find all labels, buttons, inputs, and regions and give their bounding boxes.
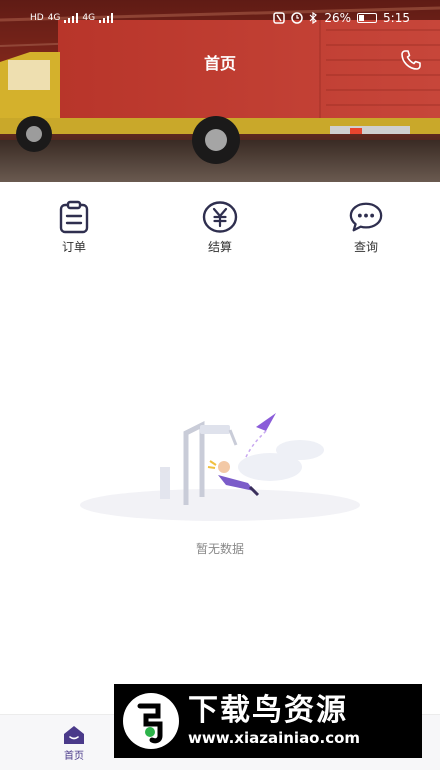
action-orders[interactable]: 订单 bbox=[38, 200, 110, 260]
battery-percent: 26% bbox=[324, 11, 352, 25]
clipboard-icon bbox=[56, 200, 92, 234]
watermark-url: www.xiazainiao.com bbox=[188, 729, 361, 747]
chat-icon bbox=[348, 200, 384, 234]
network-label: 4G bbox=[47, 12, 61, 23]
battery-fill bbox=[359, 15, 364, 21]
nav-home[interactable]: 首页 bbox=[52, 725, 96, 762]
watermark-banner: 下载鸟资源 www.xiazainiao.com bbox=[114, 684, 422, 758]
signal-icon bbox=[64, 13, 79, 23]
bird-logo-icon bbox=[123, 693, 179, 749]
phone-icon bbox=[401, 50, 421, 70]
empty-state-text: 暂无数据 bbox=[195, 542, 244, 556]
network-indicators: HD 4G 4G bbox=[30, 12, 114, 23]
signal-icon-2 bbox=[99, 13, 114, 23]
watermark-text: 下载鸟资源 www.xiazainiao.com bbox=[188, 694, 360, 748]
bluetooth-icon bbox=[309, 12, 318, 24]
home-icon bbox=[64, 726, 84, 744]
action-settlement[interactable]: 结算 bbox=[184, 200, 256, 260]
battery-icon bbox=[357, 13, 378, 23]
page-title: 首页 bbox=[203, 54, 236, 73]
yen-icon bbox=[202, 200, 238, 234]
watermark-brand: 下载鸟资源 bbox=[188, 693, 348, 728]
quick-actions: 订单 结算 查询 bbox=[0, 200, 440, 260]
action-query[interactable]: 查询 bbox=[330, 200, 402, 260]
action-orders-label: 订单 bbox=[61, 240, 86, 254]
action-query-label: 查询 bbox=[353, 240, 378, 254]
nfc-icon bbox=[273, 12, 286, 24]
phone-button[interactable] bbox=[398, 47, 424, 73]
status-bar: HD 4G 4G 26% 5:15 bbox=[0, 0, 440, 36]
status-icons: 26% 5:15 bbox=[273, 11, 410, 25]
alarm-icon bbox=[291, 12, 304, 24]
action-settlement-label: 结算 bbox=[207, 240, 232, 254]
hd-badge: HD bbox=[30, 12, 44, 23]
network-label-2: 4G bbox=[82, 12, 96, 23]
nav-home-label: 首页 bbox=[64, 751, 84, 762]
clock: 5:15 bbox=[383, 11, 410, 25]
